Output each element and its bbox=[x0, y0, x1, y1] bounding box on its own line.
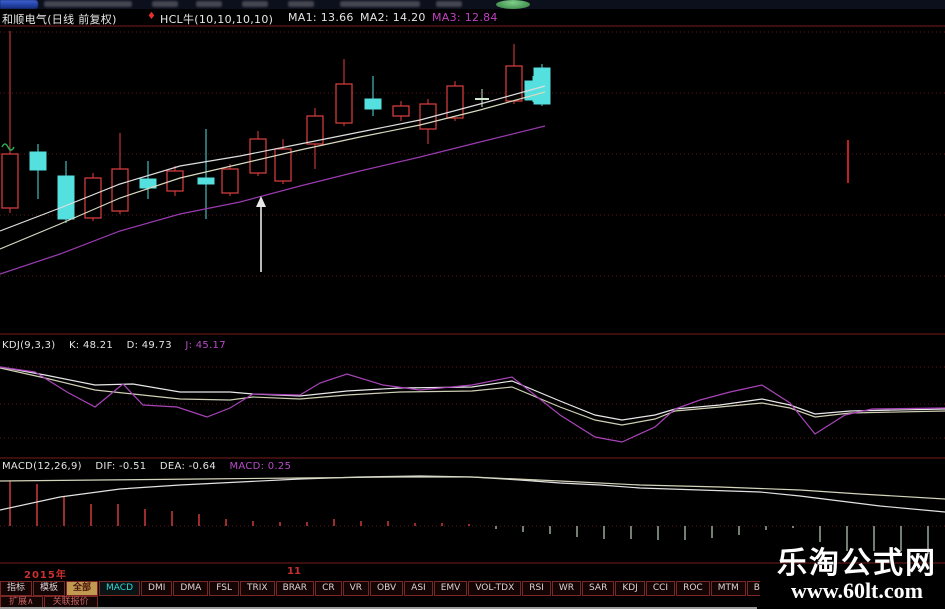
main-candlestick-chart[interactable] bbox=[0, 26, 945, 333]
tab-RSI[interactable]: RSI bbox=[522, 581, 551, 596]
tab-FSL[interactable]: FSL bbox=[209, 581, 239, 596]
tab-DMI[interactable]: DMI bbox=[141, 581, 173, 596]
tab-TRIX[interactable]: TRIX bbox=[240, 581, 275, 596]
macd-dea-value: DEA: -0.64 bbox=[159, 461, 216, 472]
macd-label-row: MACD(12,26,9) DIF: -0.51 DEA: -0.64 MACD… bbox=[2, 461, 301, 472]
macd-dif-value: DIF: -0.51 bbox=[95, 461, 147, 472]
tab-EMV[interactable]: EMV bbox=[433, 581, 468, 596]
menu-item-smudge[interactable] bbox=[288, 1, 314, 7]
tab-CCI[interactable]: CCI bbox=[645, 581, 676, 596]
tab-DMA[interactable]: DMA bbox=[173, 581, 209, 596]
indicator-tab-row: 指标 模板 全部 MACD DMI DMA FSL TRIX BRAR CR VR OBV ASI EMV… bbox=[0, 581, 760, 596]
tab-OBV[interactable]: OBV bbox=[370, 581, 404, 596]
tab-MACD[interactable]: MACD bbox=[99, 581, 141, 596]
menu-item-smudge[interactable] bbox=[152, 1, 178, 7]
menu-item-smudge[interactable] bbox=[340, 1, 420, 7]
tab-KDJ[interactable]: KDJ bbox=[615, 581, 645, 596]
tab-WR[interactable]: WR bbox=[551, 581, 582, 596]
tab-全部[interactable]: 全部 bbox=[66, 581, 99, 596]
menu-item-smudge[interactable] bbox=[436, 1, 462, 7]
tab-MTM[interactable]: MTM bbox=[710, 581, 746, 596]
tab-BRAR[interactable]: BRAR bbox=[275, 581, 315, 596]
kdj-label-row: KDJ(9,3,3) K: 48.21 D: 49.73 J: 45.17 bbox=[2, 340, 236, 351]
tab-ASI[interactable]: ASI bbox=[404, 581, 433, 596]
tab-CR[interactable]: CR bbox=[315, 581, 342, 596]
chart-title-bar: 和顺电气(日线 前复权) ♦ HCL牛(10,10,10,10) MA1: 13… bbox=[0, 9, 945, 26]
tab-VOL-TDX[interactable]: VOL-TDX bbox=[468, 581, 522, 596]
macd-name: MACD(12,26,9) bbox=[2, 461, 82, 472]
menu-item-smudge[interactable] bbox=[242, 1, 268, 7]
kdj-name: KDJ(9,3,3) bbox=[2, 340, 56, 351]
watermark: 乐淘公式网 www.60lt.com bbox=[777, 548, 937, 602]
tab-ROC[interactable]: ROC bbox=[676, 581, 710, 596]
kdj-k-value: K: 48.21 bbox=[68, 340, 114, 351]
ma3-value: MA3: 12.84 bbox=[432, 11, 498, 24]
ma1-value: MA1: 13.66 bbox=[288, 11, 354, 24]
tab-BOLL[interactable]: BOLL bbox=[746, 581, 760, 596]
ma2-value: MA2: 14.20 bbox=[360, 11, 426, 24]
kdj-j-value: J: 45.17 bbox=[185, 340, 226, 351]
macd-value: MACD: 0.25 bbox=[229, 461, 292, 472]
heart-icon: ♦ bbox=[147, 11, 157, 22]
tab-指标[interactable]: 指标 bbox=[0, 581, 33, 596]
kdj-chart[interactable] bbox=[0, 335, 945, 456]
tab-模板[interactable]: 模板 bbox=[33, 581, 66, 596]
status-indicator-pill bbox=[496, 0, 530, 9]
date-year-label: 2015年 bbox=[24, 570, 67, 581]
tab-VR[interactable]: VR bbox=[342, 581, 370, 596]
logo-caption-smudge bbox=[44, 1, 132, 7]
app-window: 和顺电气(日线 前复权) ♦ HCL牛(10,10,10,10) MA1: 13… bbox=[0, 0, 945, 609]
date-month-label: 11 bbox=[287, 566, 301, 577]
menu-bar bbox=[0, 0, 945, 9]
tab-SAR[interactable]: SAR bbox=[582, 581, 615, 596]
watermark-url: www.60lt.com bbox=[791, 578, 923, 603]
menu-item-smudge[interactable] bbox=[196, 1, 222, 7]
watermark-site-name: 乐淘公式网 bbox=[777, 546, 937, 581]
kdj-d-value: D: 49.73 bbox=[126, 340, 172, 351]
broker-logo bbox=[0, 0, 38, 9]
